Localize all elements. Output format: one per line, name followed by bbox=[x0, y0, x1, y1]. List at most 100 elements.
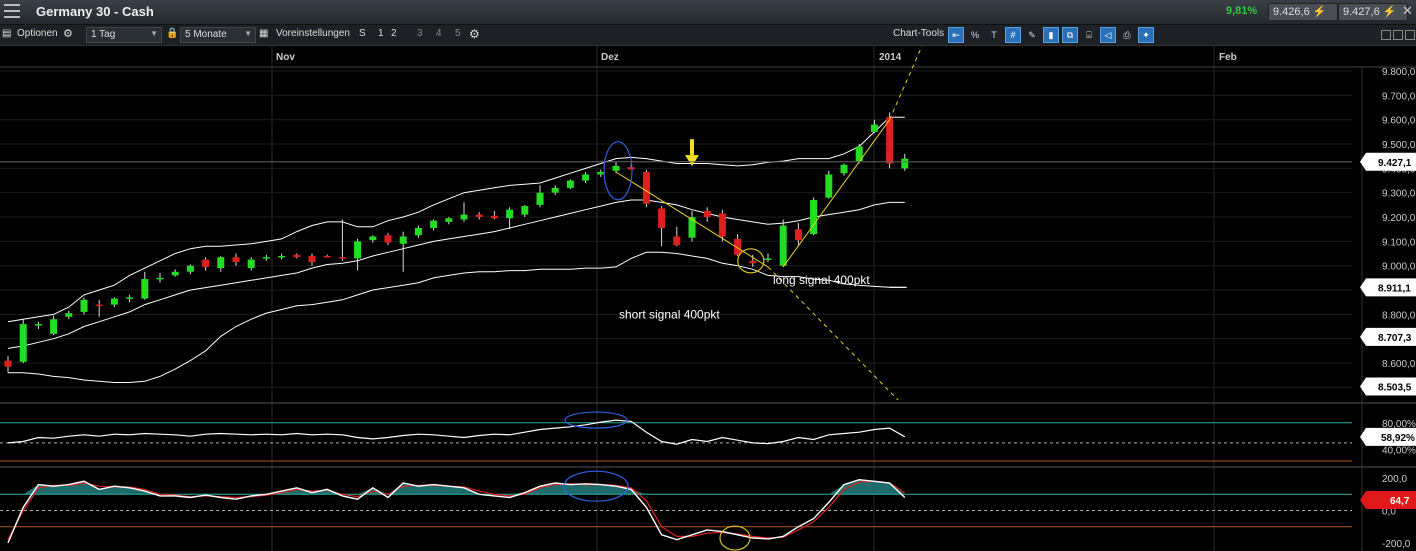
candle-down bbox=[95, 304, 103, 307]
layout-button-s[interactable]: S bbox=[359, 28, 366, 39]
candle-up bbox=[566, 180, 574, 188]
options-button[interactable]: Optionen bbox=[17, 28, 58, 39]
x-tick-label: 2014 bbox=[879, 52, 902, 63]
chevron-down-icon: ▼ bbox=[150, 29, 158, 38]
price-axis: 9.800,09.700,09.600,09.500,09.400,09.300… bbox=[0, 67, 1416, 396]
pen-icon[interactable]: ✎ bbox=[1024, 27, 1040, 43]
candle-down bbox=[490, 215, 498, 219]
y-tick-label: 9.300,0 bbox=[1382, 189, 1416, 200]
grid-lines bbox=[0, 46, 1416, 551]
bid-price: 9.426,6 bbox=[1273, 6, 1310, 18]
candle-up bbox=[369, 236, 377, 241]
candle-up bbox=[597, 172, 605, 175]
ask-price-box[interactable]: 9.427,6 ⚡ bbox=[1338, 3, 1408, 21]
candle-up bbox=[414, 227, 422, 236]
compare-icon[interactable]: ⧉ bbox=[1062, 27, 1078, 43]
candle-up bbox=[612, 165, 620, 171]
settings-icon[interactable]: ✦ bbox=[1138, 27, 1154, 43]
grid-icon[interactable]: # bbox=[1005, 27, 1021, 43]
close-icon[interactable]: ✕ bbox=[1402, 3, 1413, 19]
candle-up bbox=[399, 236, 407, 244]
change-percent: 9,81% bbox=[1226, 5, 1258, 17]
candle-up bbox=[779, 225, 787, 266]
candle-down bbox=[658, 208, 666, 228]
title-bar: Germany 30 - Cash 9,81% 9.426,6 ⚡ 9.427,… bbox=[0, 0, 1416, 25]
indicator-icon[interactable]: ⌸ bbox=[1081, 27, 1097, 43]
layout-button-2[interactable]: 2 bbox=[391, 28, 397, 39]
lock-icon[interactable]: 🔒 bbox=[166, 28, 178, 39]
osc1-value-text: 58,92% bbox=[1381, 433, 1415, 444]
x-tick-label: Nov bbox=[276, 52, 295, 63]
candle-down bbox=[308, 255, 316, 263]
y-tick-label: 9.100,0 bbox=[1382, 237, 1416, 248]
candle-up bbox=[430, 220, 438, 228]
x-tick-label: Feb bbox=[1219, 52, 1237, 63]
price-label-text: 8.503,5 bbox=[1378, 382, 1412, 393]
layout-button-5[interactable]: 5 bbox=[455, 28, 461, 39]
ask-price: 9.427,6 bbox=[1343, 6, 1380, 18]
interval-select[interactable]: 1 Tag ▼ bbox=[86, 27, 162, 43]
candle-down bbox=[749, 260, 757, 264]
bid-arrow-icon: ⚡ bbox=[1312, 6, 1327, 18]
candlesticks bbox=[4, 112, 909, 373]
chart-area[interactable]: Nov Dez 2014 Feb short signal 400pkt long si… bbox=[0, 46, 1416, 551]
candle-up bbox=[354, 241, 362, 259]
layout-button-3[interactable]: 3 bbox=[417, 28, 423, 39]
candle-up bbox=[19, 324, 27, 362]
chart-tools-label: Chart-Tools bbox=[893, 28, 945, 39]
range-select[interactable]: 5 Monate ▼ bbox=[180, 27, 256, 43]
candle-up bbox=[582, 174, 590, 181]
bollinger-bands bbox=[7, 116, 905, 383]
label-icon[interactable]: ◁ bbox=[1100, 27, 1116, 43]
candle-up bbox=[171, 271, 179, 276]
options-icon[interactable]: ▤ bbox=[2, 28, 11, 39]
candle-down bbox=[4, 360, 12, 367]
calendar-icon[interactable]: ▦ bbox=[259, 28, 268, 39]
ask-arrow-icon: ⚡ bbox=[1382, 6, 1397, 18]
candle-up bbox=[217, 257, 225, 269]
osc2-y-tick-label: 200,0 bbox=[1382, 474, 1407, 485]
y-tick-label: 9.500,0 bbox=[1382, 140, 1416, 151]
y-tick-label: 9.700,0 bbox=[1382, 91, 1416, 102]
candle-up bbox=[110, 298, 118, 305]
print-icon[interactable]: ⎙ bbox=[1119, 27, 1135, 43]
layout-button-1[interactable]: 1 bbox=[378, 28, 384, 39]
x-tick-label: Dez bbox=[601, 52, 619, 63]
maximize-icon[interactable] bbox=[1405, 30, 1415, 40]
candle-down bbox=[673, 236, 681, 246]
layout-button-4[interactable]: 4 bbox=[436, 28, 442, 39]
minimize-icon[interactable] bbox=[1381, 30, 1391, 40]
chart-toolbar: ▤ Optionen ⚙ 1 Tag ▼ 🔒 5 Monate ▼ ▦ Vorein… bbox=[0, 25, 1416, 46]
candle-up bbox=[141, 279, 149, 299]
y-tick-label: 9.800,0 bbox=[1382, 67, 1416, 78]
gear-icon[interactable]: ⚙ bbox=[469, 27, 480, 41]
window-title: Germany 30 - Cash bbox=[36, 4, 154, 19]
candle-down bbox=[384, 235, 392, 243]
percent-icon[interactable]: % bbox=[967, 27, 983, 43]
candle-down bbox=[886, 117, 894, 164]
restore-icon[interactable] bbox=[1393, 30, 1403, 40]
annotation-long-signal: long signal 400pkt bbox=[773, 273, 870, 287]
oscillator-panel-1: 80,00%40,00%58,92% bbox=[0, 411, 1416, 462]
text-size-icon[interactable]: T bbox=[986, 27, 1002, 43]
y-tick-label: 8.600,0 bbox=[1382, 359, 1416, 370]
candle-icon[interactable]: ▮ bbox=[1043, 27, 1059, 43]
candle-down bbox=[627, 167, 635, 170]
scale-icon[interactable]: ⇤ bbox=[948, 27, 964, 43]
bid-price-box[interactable]: 9.426,6 ⚡ bbox=[1268, 3, 1338, 21]
candle-up bbox=[278, 255, 286, 258]
menu-icon[interactable] bbox=[4, 4, 20, 18]
candle-up bbox=[688, 217, 696, 238]
price-label-text: 8.911,1 bbox=[1378, 283, 1411, 294]
gear-icon[interactable]: ⚙ bbox=[63, 27, 73, 40]
candle-down bbox=[323, 255, 331, 258]
candle-up bbox=[156, 277, 164, 280]
candle-up bbox=[50, 319, 58, 334]
candle-up bbox=[247, 259, 255, 269]
presets-button[interactable]: Voreinstellungen bbox=[276, 28, 350, 39]
y-tick-label: 9.600,0 bbox=[1382, 116, 1416, 127]
candle-up bbox=[186, 265, 194, 272]
candle-up bbox=[551, 187, 559, 193]
candle-down bbox=[475, 214, 483, 218]
candle-down bbox=[794, 229, 802, 241]
